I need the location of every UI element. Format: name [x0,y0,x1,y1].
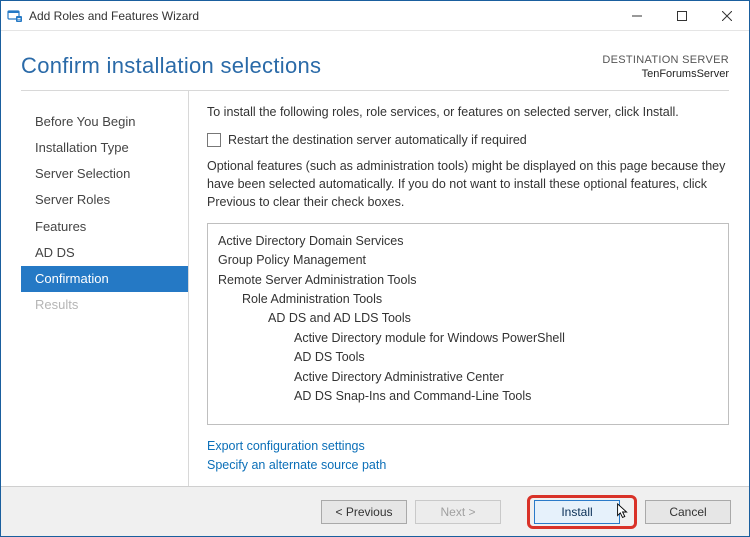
sidebar-item-features[interactable]: Features [21,214,188,240]
instruction-text: To install the following roles, role ser… [207,105,729,119]
header-row: Confirm installation selections DESTINAT… [21,31,729,91]
export-config-link[interactable]: Export configuration settings [207,437,729,456]
feature-item: AD DS Tools [218,348,718,367]
feature-item: Role Administration Tools [218,290,718,309]
feature-item: Group Policy Management [218,251,718,270]
window-title: Add Roles and Features Wizard [29,9,614,23]
cursor-icon [616,503,630,521]
server-manager-icon [7,8,23,24]
restart-label: Restart the destination server automatic… [228,133,527,147]
features-box: Active Directory Domain ServicesGroup Po… [207,223,729,425]
install-highlight: Install [527,495,637,529]
window-controls [614,1,749,31]
destination-block: DESTINATION SERVER TenForumsServer [602,53,729,82]
sidebar-item-server-roles[interactable]: Server Roles [21,187,188,213]
destination-value: TenForumsServer [602,67,729,81]
footer: < Previous Next > Install Cancel [1,486,749,536]
links-block: Export configuration settings Specify an… [207,437,729,475]
feature-item: AD DS and AD LDS Tools [218,309,718,328]
feature-item: Active Directory Domain Services [218,232,718,251]
sidebar-item-before-you-begin[interactable]: Before You Begin [21,109,188,135]
sidebar-item-server-selection[interactable]: Server Selection [21,161,188,187]
step-sidebar: Before You BeginInstallation TypeServer … [21,91,189,486]
install-button[interactable]: Install [534,500,620,524]
feature-item: Active Directory module for Windows Powe… [218,329,718,348]
optional-text: Optional features (such as administratio… [207,157,729,211]
previous-button[interactable]: < Previous [321,500,407,524]
title-bar: Add Roles and Features Wizard [1,1,749,31]
destination-label: DESTINATION SERVER [602,53,729,67]
page-title: Confirm installation selections [21,53,321,79]
sidebar-item-installation-type[interactable]: Installation Type [21,135,188,161]
feature-item: Remote Server Administration Tools [218,271,718,290]
sidebar-item-ad-ds[interactable]: AD DS [21,240,188,266]
close-button[interactable] [704,1,749,31]
wizard-window: Add Roles and Features Wizard Confirm in… [0,0,750,537]
alt-source-link[interactable]: Specify an alternate source path [207,456,729,475]
maximize-button[interactable] [659,1,704,31]
content-panel: To install the following roles, role ser… [189,91,729,486]
feature-item: AD DS Snap-Ins and Command-Line Tools [218,387,718,406]
main-columns: Before You BeginInstallation TypeServer … [21,91,729,486]
next-button: Next > [415,500,501,524]
restart-checkbox[interactable] [207,133,221,147]
sidebar-item-results: Results [21,292,188,318]
minimize-button[interactable] [614,1,659,31]
restart-row: Restart the destination server automatic… [207,133,729,147]
feature-item: Active Directory Administrative Center [218,368,718,387]
sidebar-item-confirmation[interactable]: Confirmation [21,266,188,292]
cancel-button[interactable]: Cancel [645,500,731,524]
body-area: Confirm installation selections DESTINAT… [1,31,749,486]
